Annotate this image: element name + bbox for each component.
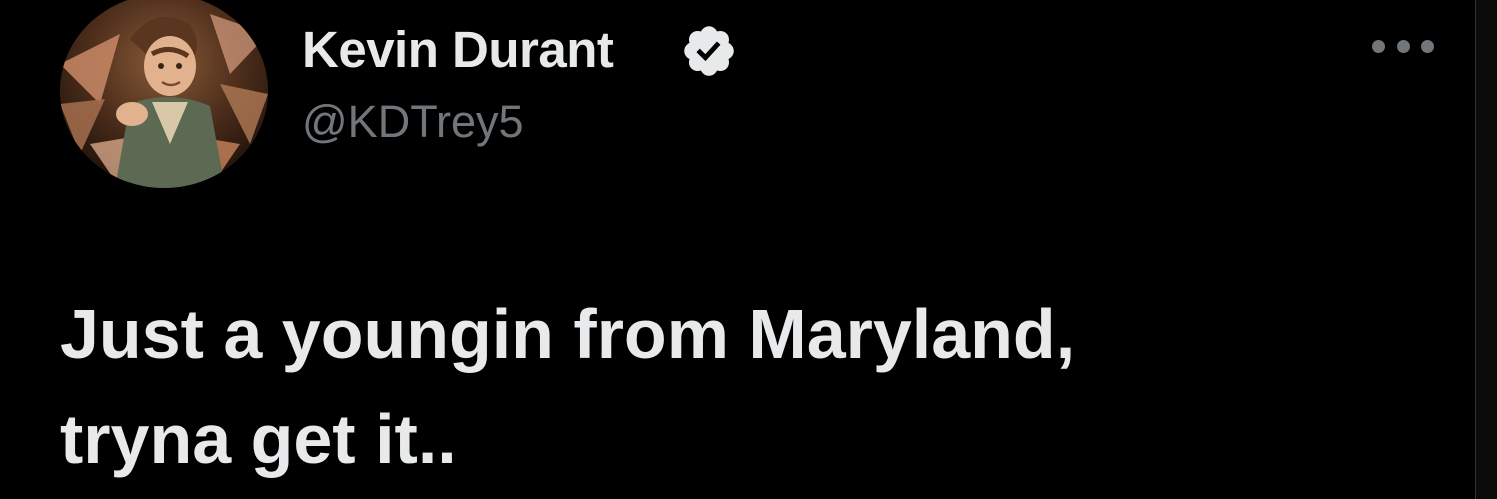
avatar-image — [60, 0, 268, 188]
tweet-text-line: tryna get it.. — [60, 400, 457, 478]
author-handle[interactable]: @KDTrey5 — [302, 96, 524, 148]
ellipsis-dot — [1372, 39, 1385, 53]
tweet-text-line: Just a youngin from Maryland, — [60, 295, 1076, 373]
author-display-name[interactable]: Kevin Durant — [302, 20, 614, 79]
scrollbar-track[interactable] — [1475, 0, 1497, 499]
ellipsis-dot — [1396, 39, 1410, 53]
tweet-text: Just a youngin from Maryland, tryna get … — [60, 282, 1360, 492]
ellipsis-dot — [1421, 39, 1434, 53]
tweet-card[interactable]: Kevin Durant @KDTrey5 Just a youngin fro… — [0, 0, 1476, 499]
verified-badge-icon — [680, 22, 738, 80]
author-avatar[interactable] — [60, 0, 268, 188]
ellipsis-icon[interactable] — [1372, 34, 1434, 58]
